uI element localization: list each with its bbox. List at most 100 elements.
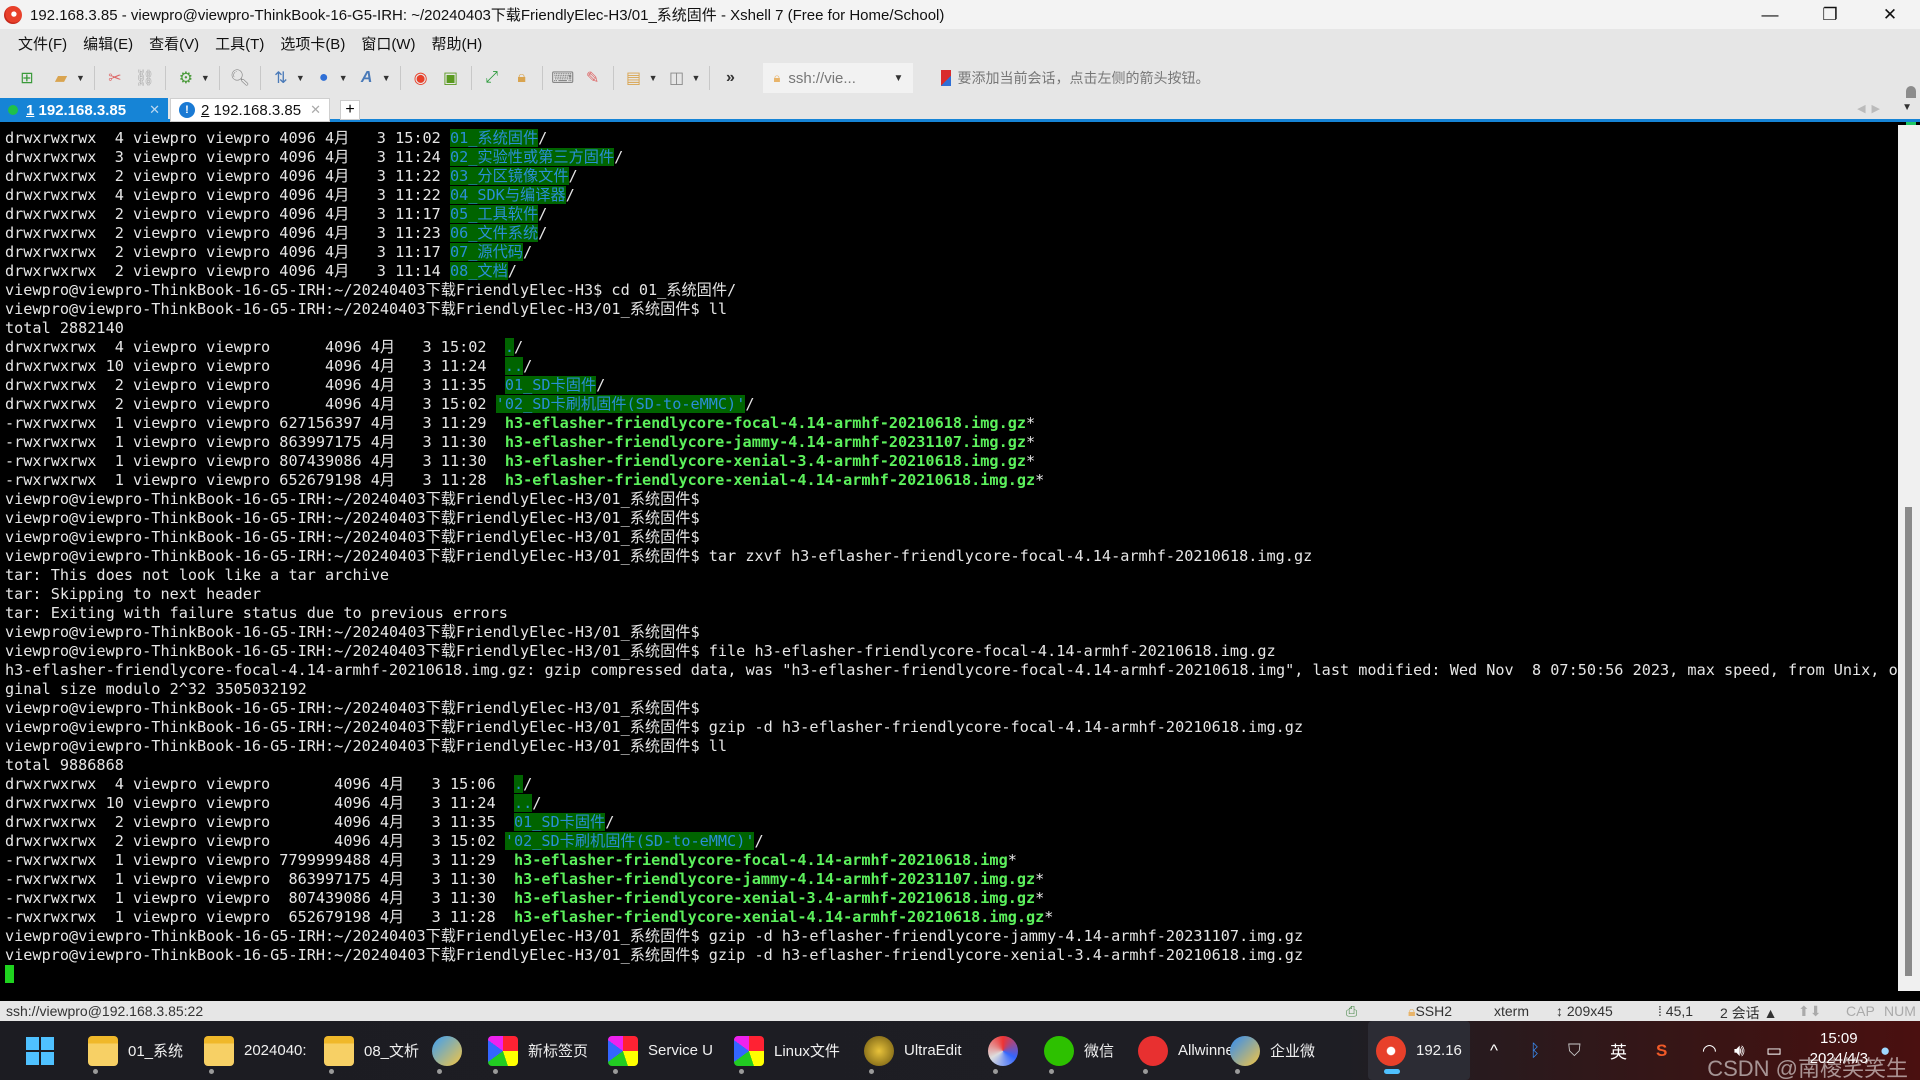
terminal-line: viewpro@viewpro-ThinkBook-16-G5-IRH:~/20… [5, 737, 1898, 756]
log-icon[interactable]: ⎙ [1346, 1003, 1357, 1020]
taskbar-app[interactable]: 微信 [1036, 1021, 1122, 1080]
font-icon[interactable]: A [355, 66, 379, 90]
taskbar-app[interactable]: 2024040: [196, 1021, 315, 1080]
address-bar[interactable]: 🔒︎ ssh://vie... ▼ [763, 63, 914, 93]
security-icon[interactable]: ⛉ [1568, 1021, 1581, 1080]
terminal-text: drwxrwxrwx 4 viewpro viewpro 4096 4月 3 1… [5, 186, 450, 204]
lock-icon[interactable]: 🔒︎ [510, 66, 534, 90]
transfer-dropdown[interactable]: ▼ [296, 73, 305, 83]
taskbar-app[interactable]: Service U [600, 1021, 721, 1080]
open-folder-icon[interactable]: ▰ [49, 66, 73, 90]
properties-icon[interactable]: ⚙ [174, 66, 198, 90]
terminal-text: -rwxrwxrwx 1 viewpro viewpro 7799999488 … [5, 851, 514, 869]
toolbar-separator [709, 66, 711, 90]
session-nav-arrows[interactable]: ⬆⬇ [1798, 1003, 1821, 1020]
show-hidden-icons[interactable]: ^ [1490, 1021, 1498, 1080]
minimize-button[interactable]: — [1740, 0, 1800, 29]
taskbar-app[interactable]: UltraEdit [856, 1021, 970, 1080]
tab-number: 2 [201, 101, 210, 119]
terminal-text: viewpro@viewpro-ThinkBook-16-G5-IRH:~/20… [5, 509, 700, 527]
menu-item[interactable]: 工具(T) [215, 33, 264, 54]
taskbar-app[interactable]: 192.16 [1368, 1021, 1470, 1080]
directory-name: 01_系统固件 [449, 129, 539, 147]
layout-dropdown[interactable]: ▼ [692, 73, 701, 83]
terminal-text: tar: Skipping to next header [5, 585, 262, 603]
taskbar-app[interactable]: 08_文析 [316, 1021, 427, 1080]
taskbar-app[interactable] [424, 1021, 480, 1080]
executable-file-name: h3-eflasher-friendlycore-focal-4.14-armh… [513, 851, 1008, 869]
directory-name: 02_实验性或第三方固件 [449, 148, 615, 166]
find-icon[interactable]: 🔍︎ [228, 66, 252, 90]
transfer-icon[interactable]: ⇅ [269, 66, 293, 90]
tab-session-1[interactable]: 1 192.168.3.85 ✕ [0, 98, 168, 122]
ime-indicator[interactable]: 英 [1610, 1021, 1627, 1080]
terminal-text: / [754, 832, 764, 850]
toolbar: ⊞ ▰ ▼ ✂ ⛓ ⚙ ▼ 🔍︎ ⇅ ▼ ● ▼ A ▼ ◉ ▣ ⤢ 🔒︎ ⌨ ✎ ▤ ▼ … [0, 58, 1920, 158]
tab-session-2[interactable]: ! 2 192.168.3.85 ✕ [170, 98, 330, 122]
terminal-text: / [523, 775, 533, 793]
session-count[interactable]: 2 会话 ▲ [1720, 1003, 1777, 1023]
directory-name: '02_SD卡刷机固件(SD-to-eMMC)' [504, 832, 755, 850]
terminal-text: viewpro@viewpro-ThinkBook-16-G5-IRH:~/20… [5, 547, 1313, 565]
taskbar-app[interactable]: Linux文件 [726, 1021, 848, 1080]
new-tab-folder-icon[interactable]: ▤ [622, 66, 646, 90]
tab-list-dropdown[interactable]: ▼ [1902, 102, 1912, 113]
highlight-icon[interactable]: ✎ [581, 66, 605, 90]
size-value: 209x45 [1566, 1003, 1613, 1019]
terminal-scrollbar[interactable] [1898, 125, 1920, 991]
taskbar-app[interactable]: 01_系统 [80, 1021, 191, 1080]
properties-dropdown[interactable]: ▼ [201, 73, 210, 83]
xshell-icon[interactable]: ◉ [409, 66, 433, 90]
new-session-icon[interactable]: ⊞ [15, 66, 39, 90]
title-bar: 192.168.3.85 - viewpro@viewpro-ThinkBook… [0, 0, 1920, 29]
taskbar-app[interactable]: 企业微 [1222, 1021, 1323, 1080]
close-button[interactable]: ✕ [1860, 0, 1920, 29]
globe-dropdown[interactable]: ▼ [339, 73, 348, 83]
tab-number: 1 [26, 101, 35, 119]
more-icon[interactable]: » [718, 66, 742, 90]
open-dropdown[interactable]: ▼ [76, 73, 85, 83]
terminal-output[interactable]: drwxrwxrwx 4 viewpro viewpro 4096 4月 3 1… [0, 125, 1898, 991]
bookmark-icon[interactable] [941, 70, 952, 86]
restore-button[interactable]: ❐ [1800, 0, 1860, 29]
disconnect-icon[interactable]: ✂ [103, 66, 127, 90]
layout-icon[interactable]: ◫ [665, 66, 689, 90]
scrollbar-thumb[interactable] [1905, 507, 1912, 976]
taskbar-app[interactable] [980, 1021, 1036, 1080]
terminal-text: / [614, 148, 624, 166]
sogou-icon[interactable]: S [1656, 1021, 1667, 1080]
chevron-down-icon[interactable]: ▼ [894, 73, 904, 84]
terminal-line: viewpro@viewpro-ThinkBook-16-G5-IRH:~/20… [5, 946, 1898, 965]
close-tab-icon[interactable]: ✕ [310, 102, 321, 118]
close-tab-icon[interactable]: ✕ [149, 102, 160, 118]
taskbar-app[interactable]: 新标签页 [480, 1021, 596, 1080]
menu-item[interactable]: 窗口(W) [361, 33, 415, 54]
fullscreen-icon[interactable]: ⤢ [480, 66, 504, 90]
keyboard-icon[interactable]: ⌨ [551, 66, 575, 90]
bluetooth-icon[interactable]: ᛒ [1530, 1021, 1540, 1080]
start-button[interactable] [26, 1021, 54, 1080]
running-indicator [93, 1069, 98, 1074]
menu-item[interactable]: 查看(V) [149, 33, 199, 54]
new-tab-button[interactable]: + [340, 100, 360, 120]
xftp-icon[interactable]: ▣ [439, 66, 463, 90]
menu-item[interactable]: 选项卡(B) [280, 33, 345, 54]
tab-scroll-arrows[interactable]: ◀▶ [1857, 102, 1886, 115]
reconnect-icon[interactable]: ⛓ [133, 66, 157, 90]
globe-icon[interactable]: ● [312, 66, 336, 90]
windows-logo-icon [26, 1036, 54, 1065]
protocol-value: SSH2 [1415, 1003, 1453, 1019]
terminal-line: drwxrwxrwx 2 viewpro viewpro 4096 4月 3 1… [5, 376, 1898, 395]
menu-item[interactable]: 编辑(E) [83, 33, 133, 54]
menu-item[interactable]: 文件(F) [18, 33, 67, 54]
terminal-line: -rwxrwxrwx 1 viewpro viewpro 863997175 4… [5, 433, 1898, 452]
tab-folder-dropdown[interactable]: ▼ [649, 73, 658, 83]
terminal-line: drwxrwxrwx 2 viewpro viewpro 4096 4月 3 1… [5, 167, 1898, 186]
menu-item[interactable]: 帮助(H) [431, 33, 482, 54]
hint-text: 要添加当前会话，点击左侧的箭头按钮。 [957, 70, 1210, 86]
running-indicator [1384, 1069, 1400, 1074]
font-dropdown[interactable]: ▼ [382, 73, 391, 83]
directory-name: 04_SDK与编译器 [449, 186, 566, 204]
terminal-line: -rwxrwxrwx 1 viewpro viewpro 7799999488 … [5, 851, 1898, 870]
menu-bar: 文件(F) 编辑(E) 查看(V) 工具(T) 选项卡(B) 窗口(W) 帮助(H) [0, 29, 1920, 58]
